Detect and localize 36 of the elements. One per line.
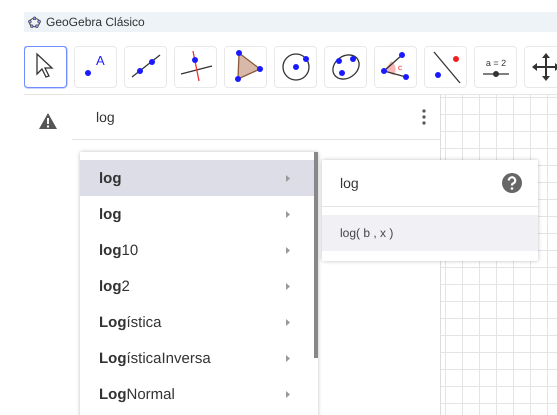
window-title: GeoGebra Clásico	[46, 15, 145, 29]
point-label: A	[96, 53, 104, 68]
caret-icon	[286, 246, 290, 254]
help-icon[interactable]	[502, 173, 522, 193]
slider-tool[interactable]: a = 2	[474, 46, 517, 88]
caret-icon	[286, 318, 290, 326]
caret-icon	[286, 210, 290, 218]
suggestion-item[interactable]: log10	[80, 232, 318, 268]
suggestion-item[interactable]: log2	[80, 268, 318, 304]
suggestion-item[interactable]: LogísticaInversa	[80, 340, 318, 376]
suggestion-item[interactable]: log	[80, 196, 318, 232]
reflect-tool[interactable]	[424, 46, 467, 88]
slider-label: a = 2	[485, 58, 506, 68]
point-tool[interactable]: A	[74, 46, 117, 88]
angle-tool[interactable]: c	[374, 46, 417, 88]
angle-label: c	[398, 63, 402, 72]
input-field[interactable]: log	[96, 109, 422, 125]
logo-icon	[28, 16, 41, 28]
circle-tool[interactable]	[274, 46, 317, 88]
command-name: log	[340, 175, 360, 191]
pan-tool[interactable]	[524, 46, 557, 88]
caret-icon	[286, 354, 290, 362]
suggestion-item[interactable]: LogNormal	[80, 376, 318, 412]
perpendicular-tool[interactable]	[174, 46, 217, 88]
caret-icon	[286, 282, 290, 290]
conic-tool[interactable]	[324, 46, 367, 88]
warning-icon	[39, 113, 57, 129]
syntax-item[interactable]: log( b , x )	[322, 215, 538, 251]
caret-icon	[286, 174, 290, 182]
caret-icon	[286, 390, 290, 398]
more-icon[interactable]	[422, 109, 426, 125]
scrollbar[interactable]	[314, 152, 318, 358]
suggestion-item[interactable]: Logística	[80, 304, 318, 340]
move-tool[interactable]	[24, 46, 67, 88]
line-tool[interactable]	[124, 46, 167, 88]
polygon-tool[interactable]	[224, 46, 267, 88]
